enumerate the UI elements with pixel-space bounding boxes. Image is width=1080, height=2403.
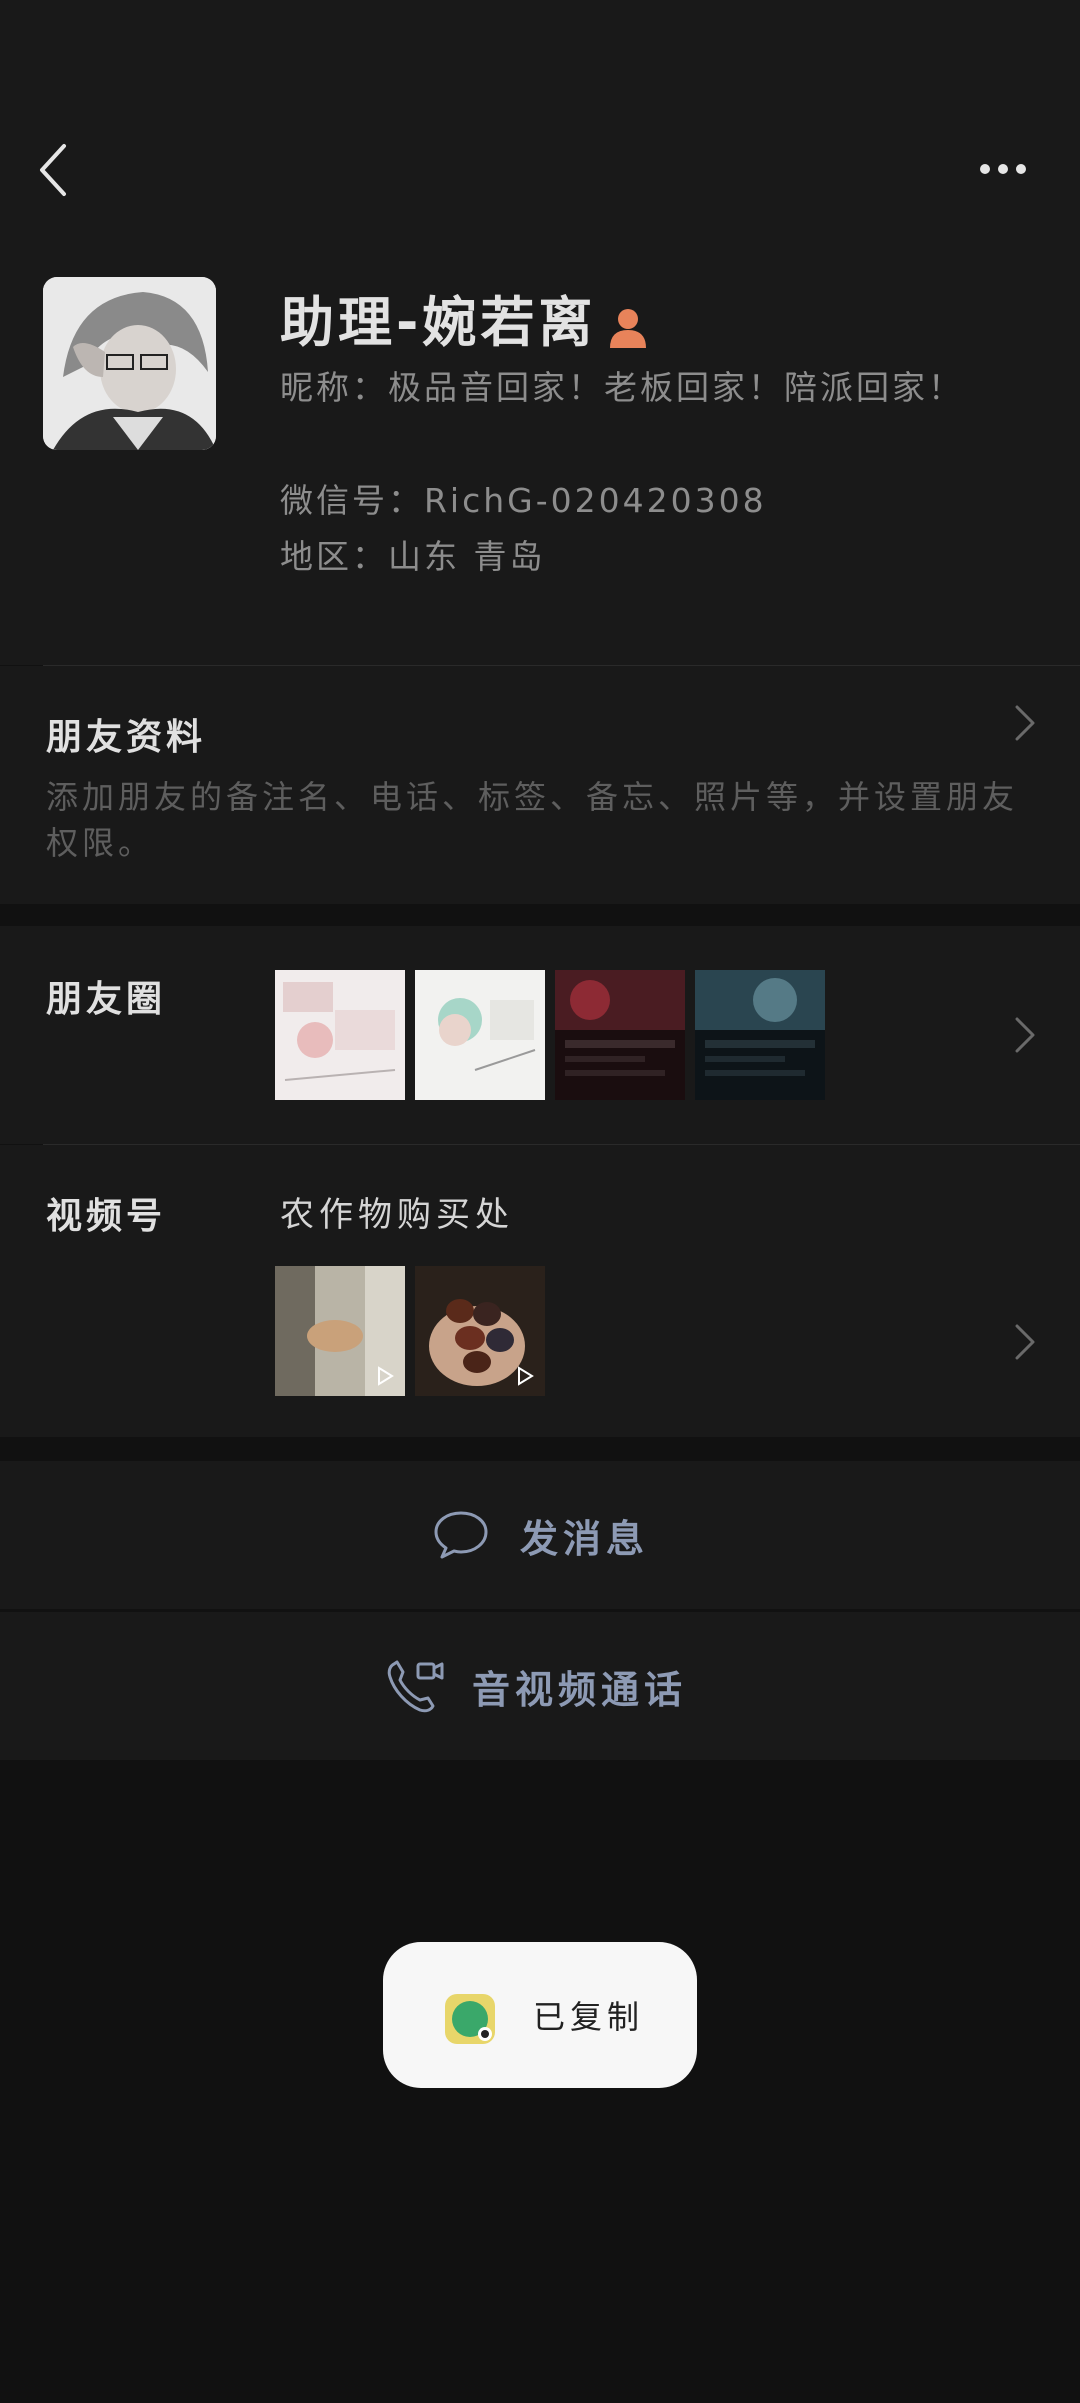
moments-thumbnail [695,970,825,1100]
channel-video-thumbnail[interactable] [275,1266,405,1396]
chat-bubble-icon [434,1511,488,1559]
send-message-label: 发消息 [520,1516,650,1561]
wechat-id[interactable]: 微信号：RichG-020420308 [280,474,767,522]
channels-title: 视频号 [46,1196,167,1237]
moments-thumbnail [415,970,545,1100]
moments-thumbnail [555,970,685,1100]
channel-video-thumbnail[interactable] [415,1266,545,1396]
nickname: 昵称：极品音回家！老板回家！陪派回家！ [280,368,964,407]
app-icon [445,1994,495,2044]
more-dots-icon[interactable] [978,154,1028,184]
moments-row[interactable]: 朋友圈 [0,926,1080,1144]
chevron-right-icon [1015,1017,1035,1053]
chevron-left-icon[interactable] [34,142,74,198]
display-name: 助理-婉若离 [280,278,650,357]
person-icon [610,309,647,349]
friend-info-description: 添加朋友的备注名、电话、标签、备忘、照片等，并设置朋友权限。 [46,778,1019,862]
audio-video-call-label: 音视频通话 [472,1667,688,1712]
audio-video-call-button[interactable]: 音视频通话 [0,1612,1080,1760]
friend-info-row[interactable]: 朋友资料 添加朋友的备注名、电话、标签、备忘、照片等，并设置朋友权限。 [0,666,1080,904]
chevron-right-icon [1015,705,1035,741]
region: 地区：山东 青岛 [280,537,546,576]
channels-row[interactable]: 视频号 农作物购买处 [0,1145,1080,1437]
display-name-text: 助理-婉若离 [280,291,597,354]
send-message-button[interactable]: 发消息 [0,1461,1080,1609]
avatar[interactable] [43,277,216,450]
toast-label: 已复制 [533,1998,645,2036]
moments-thumbnail [275,970,405,1100]
chevron-right-icon [1015,1324,1035,1360]
phone-video-icon [387,1660,444,1713]
channel-name: 农作物购买处 [280,1195,514,1235]
copied-toast: 已复制 [383,1942,697,2088]
moments-title: 朋友圈 [46,979,167,1020]
friend-info-title: 朋友资料 [46,717,207,758]
